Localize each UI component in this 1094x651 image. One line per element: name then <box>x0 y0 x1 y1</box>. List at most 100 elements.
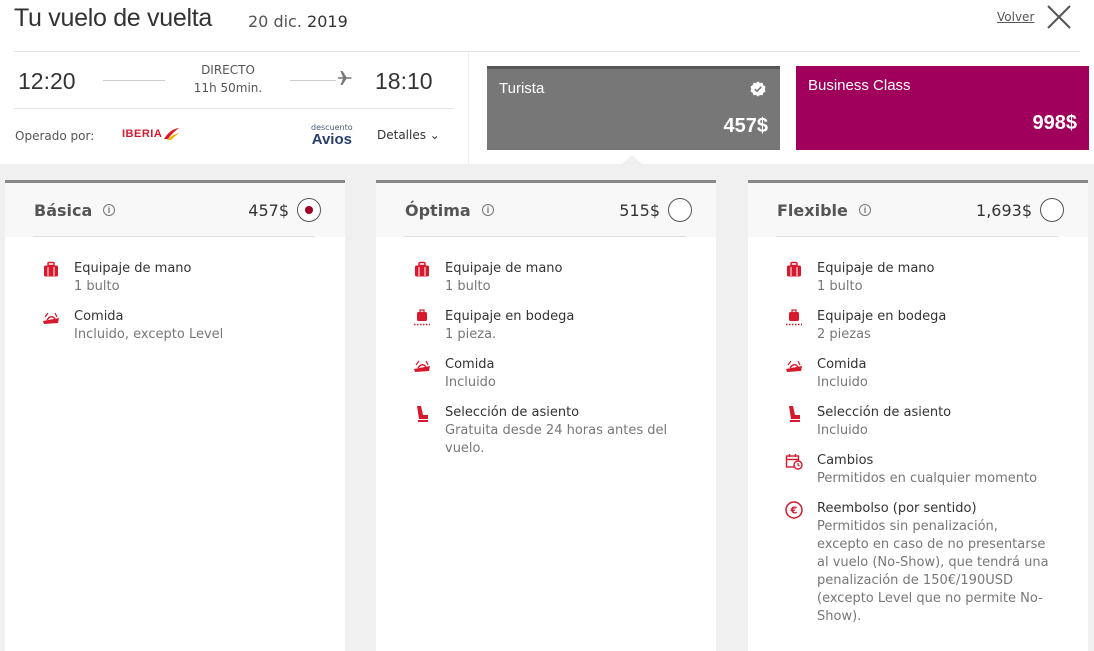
airline-name: IBERIA <box>122 128 163 140</box>
feature-desc: Incluido <box>445 375 496 390</box>
avios-label: Avios <box>311 131 352 148</box>
seat-icon <box>789 406 800 422</box>
feature-seat-selection: Selección de asiento Incluido <box>785 404 1065 440</box>
feature-desc: Gratuita desde 24 horas antes del <box>445 423 668 438</box>
feature-title: Equipaje de mano <box>445 261 563 276</box>
meal-icon <box>786 360 802 372</box>
feature-hand-luggage: Equipaje de mano 1 bulto <box>42 260 322 296</box>
feature-desc: 1 bulto <box>74 279 120 294</box>
fare-card-header: Flexible i 1,693$ <box>748 183 1088 237</box>
flight-date-year: 2019 <box>307 12 348 31</box>
feature-hand-luggage: Equipaje de mano 1 bulto <box>785 260 1065 296</box>
plane-icon <box>338 71 352 85</box>
fare-card-header: Básica i 457$ <box>5 183 345 237</box>
iberia-logo: IBERIA <box>122 127 180 141</box>
calendar-change-icon <box>785 454 803 470</box>
feature-desc: 1 bulto <box>445 279 491 294</box>
feature-desc: (excepto Level que no permite No- <box>817 591 1043 606</box>
fare-radio-basica[interactable] <box>297 198 321 222</box>
flight-summary: 12:20 DIRECTO 11h 50min. 18:10 Operado p… <box>0 52 468 164</box>
checked-luggage-icon <box>786 309 802 326</box>
page-header: Tu vuelo de vuelta 20 dic. 2019 Volver <box>0 0 1094 52</box>
info-icon[interactable]: i <box>859 204 871 216</box>
feature-title: Selección de asiento <box>817 405 952 420</box>
selected-check-icon <box>750 81 766 97</box>
cabin-business-price: 998$ <box>1032 112 1078 134</box>
feature-desc: Incluido <box>817 423 868 438</box>
feature-seat-selection: Selección de asiento Gratuita desde 24 h… <box>413 404 693 458</box>
feature-checked-luggage: Equipaje en bodega 2 piezas <box>785 308 1065 344</box>
fare-price: 457$ <box>248 201 289 220</box>
fare-header-divider <box>404 236 686 237</box>
fare-card-header: Óptima i 515$ <box>376 183 716 237</box>
feature-changes: Cambios Permitidos en cualquier momento <box>785 452 1065 488</box>
feature-desc: penalización de 150€/190USD <box>817 573 1013 588</box>
feature-title: Comida <box>445 357 495 372</box>
arrival-time: 18:10 <box>375 68 433 94</box>
flight-date: 20 dic. 2019 <box>248 12 348 31</box>
hand-luggage-icon <box>415 261 429 277</box>
selected-cabin-pointer <box>622 155 642 164</box>
feature-title: Comida <box>817 357 867 372</box>
feature-title: Equipaje en bodega <box>817 309 947 324</box>
close-icon[interactable] <box>1044 2 1074 32</box>
feature-meal: Comida Incluido, excepto Level <box>42 308 322 344</box>
fare-price: 1,693$ <box>976 201 1032 220</box>
info-icon[interactable]: i <box>482 204 494 216</box>
feature-meal: Comida Incluido <box>413 356 693 392</box>
fare-name: Básica <box>34 201 93 220</box>
feature-desc: Incluido <box>817 375 868 390</box>
page-title: Tu vuelo de vuelta <box>14 4 212 32</box>
cabin-tourist-price: 457$ <box>723 115 769 137</box>
details-toggle[interactable]: Detalles ⌄ <box>377 128 440 142</box>
fare-radio-optima[interactable] <box>668 198 692 222</box>
fare-header-divider <box>776 236 1058 237</box>
cabin-tourist-name: Turista <box>499 80 545 97</box>
flight-divider <box>14 108 454 109</box>
feature-desc: Incluido, excepto Level <box>74 327 224 342</box>
feature-meal: Comida Incluido <box>785 356 1065 392</box>
hand-luggage-icon <box>787 261 801 277</box>
hand-luggage-icon <box>44 261 58 277</box>
back-link[interactable]: Volver <box>997 10 1034 24</box>
feature-desc: excepto en caso de no presentarse <box>817 537 1046 552</box>
meal-icon <box>43 312 59 324</box>
refund-euro-icon: € <box>785 501 803 519</box>
meal-icon <box>414 360 430 372</box>
feature-desc: Permitidos sin penalización, <box>817 519 998 534</box>
feature-title: Equipaje de mano <box>74 261 192 276</box>
feature-title: Equipaje en bodega <box>445 309 575 324</box>
feature-refund: € Reembolso (por sentido) Permitidos sin… <box>785 500 1065 626</box>
checked-luggage-icon <box>414 309 430 326</box>
cabin-business[interactable]: Business Class 998$ <box>796 66 1089 150</box>
avios-discount-badge: descuento Avios <box>311 124 353 148</box>
feature-title: Reembolso (por sentido) <box>817 501 977 516</box>
feature-checked-luggage: Equipaje en bodega 1 pieza. <box>413 308 693 344</box>
fare-radio-flexible[interactable] <box>1040 198 1064 222</box>
feature-desc: Show). <box>817 609 862 624</box>
route-line-right <box>290 80 336 81</box>
feature-title: Comida <box>74 309 124 324</box>
vertical-divider <box>468 52 469 164</box>
feature-desc: vuelo. <box>445 441 485 456</box>
cabin-business-name: Business Class <box>808 77 911 94</box>
fare-name: Flexible <box>777 201 848 220</box>
feature-hand-luggage: Equipaje de mano 1 bulto <box>413 260 693 296</box>
route-line-left <box>103 80 165 81</box>
fare-name: Óptima <box>405 201 471 220</box>
info-icon[interactable]: i <box>103 204 115 216</box>
feature-title: Cambios <box>817 453 874 468</box>
flight-date-day: 20 dic. <box>248 12 302 31</box>
fare-card-optima: Óptima i 515$ Equipaje de mano 1 bulto E… <box>376 180 716 651</box>
flight-duration: 11h 50min. <box>193 81 263 95</box>
cabin-tourist[interactable]: Turista 457$ <box>487 66 780 150</box>
fare-card-flexible: Flexible i 1,693$ Equipaje de mano 1 bul… <box>748 180 1088 651</box>
feature-title: Equipaje de mano <box>817 261 935 276</box>
fare-header-divider <box>33 236 315 237</box>
feature-desc: al vuelo (No-Show), que tendrá una <box>817 555 1049 570</box>
feature-desc: 2 piezas <box>817 327 871 342</box>
feature-desc: Permitidos en cualquier momento <box>817 471 1038 486</box>
feature-desc: 1 pieza. <box>445 327 497 342</box>
flight-type: DIRECTO <box>201 63 255 77</box>
departure-time: 12:20 <box>18 68 76 94</box>
